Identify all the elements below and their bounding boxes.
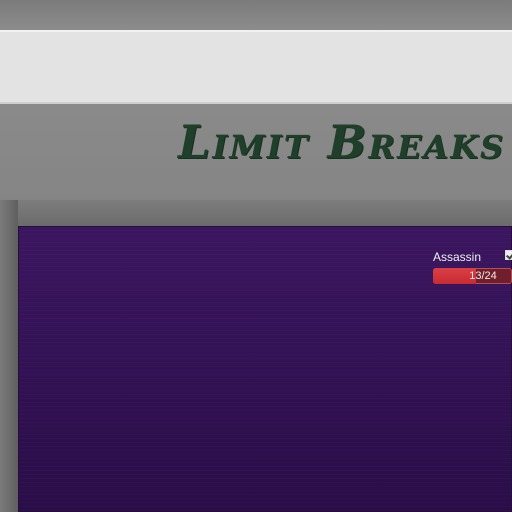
limit-break-progress-bar: 13/24	[433, 268, 512, 284]
limit-break-progress-text: 13/24	[469, 270, 497, 282]
top-light-strip	[0, 30, 512, 104]
game-window: Limit Breaks Assassin 13/24	[0, 0, 512, 512]
limit-break-name: Assassin	[433, 250, 482, 264]
panel-rim	[0, 200, 512, 226]
top-bevel	[0, 0, 512, 30]
panel-side	[0, 200, 18, 512]
limit-break-assassin[interactable]: Assassin 13/24	[433, 249, 512, 289]
page-title: Limit Breaks	[178, 115, 506, 169]
limit-break-checkbox[interactable]	[505, 250, 512, 260]
